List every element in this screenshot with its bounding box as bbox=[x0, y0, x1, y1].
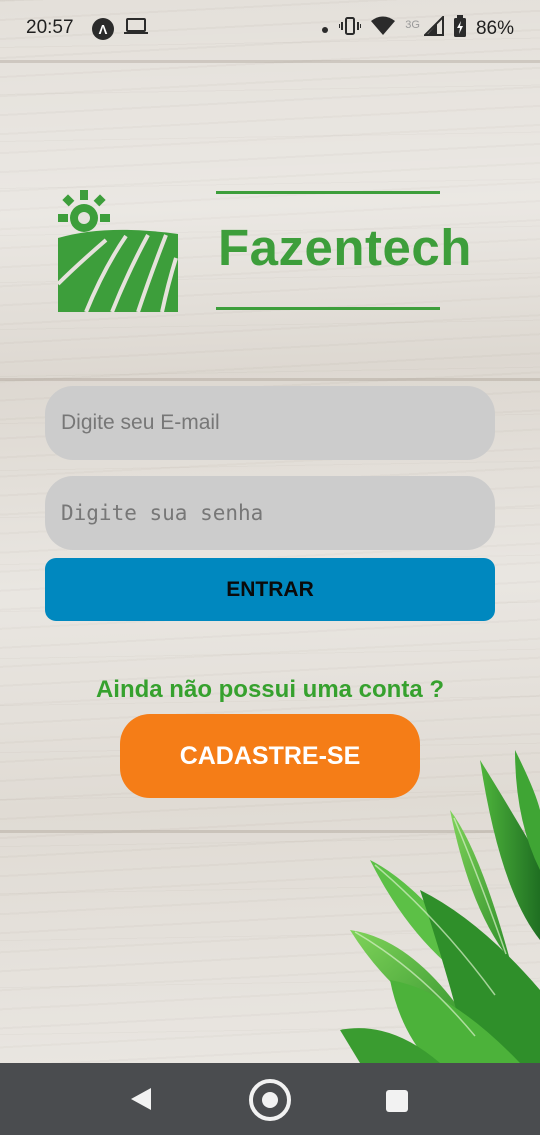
password-input[interactable]: Digite sua senha bbox=[45, 476, 495, 550]
leaves-decoration bbox=[330, 740, 540, 1068]
vibrate-icon bbox=[338, 16, 363, 42]
home-dot bbox=[262, 1092, 278, 1108]
home-icon[interactable] bbox=[249, 1079, 291, 1121]
status-system-icons: 3G 86% bbox=[321, 14, 514, 43]
brand-name: Fazentech bbox=[218, 219, 472, 276]
logo-bottom-rule bbox=[216, 307, 440, 310]
status-time: 20:57 bbox=[26, 17, 74, 38]
plank-divider bbox=[0, 60, 540, 63]
signup-prompt: Ainda não possui uma conta ? bbox=[95, 676, 445, 703]
login-button[interactable]: ENTRAR bbox=[45, 558, 495, 621]
battery-icon bbox=[453, 15, 466, 43]
laptop-icon bbox=[124, 16, 148, 42]
system-nav-bar bbox=[0, 1063, 540, 1135]
wifi-icon bbox=[371, 16, 396, 42]
signal-icon bbox=[422, 14, 444, 42]
plank-divider bbox=[0, 378, 540, 381]
back-icon[interactable] bbox=[129, 1087, 153, 1116]
recents-icon[interactable] bbox=[386, 1090, 408, 1112]
status-bar: 20:57 Λ 3G 86% bbox=[0, 0, 540, 56]
dot-icon bbox=[321, 18, 329, 40]
brand-logo-icon bbox=[56, 188, 180, 319]
battery-percent: 86% bbox=[475, 18, 514, 39]
network-type-label: 3G bbox=[405, 19, 420, 31]
navigation-a-icon: Λ bbox=[92, 18, 114, 40]
email-input[interactable]: Digite seu E-mail bbox=[45, 386, 495, 460]
status-notification-icons: Λ bbox=[92, 16, 148, 42]
logo-top-rule bbox=[216, 191, 440, 194]
